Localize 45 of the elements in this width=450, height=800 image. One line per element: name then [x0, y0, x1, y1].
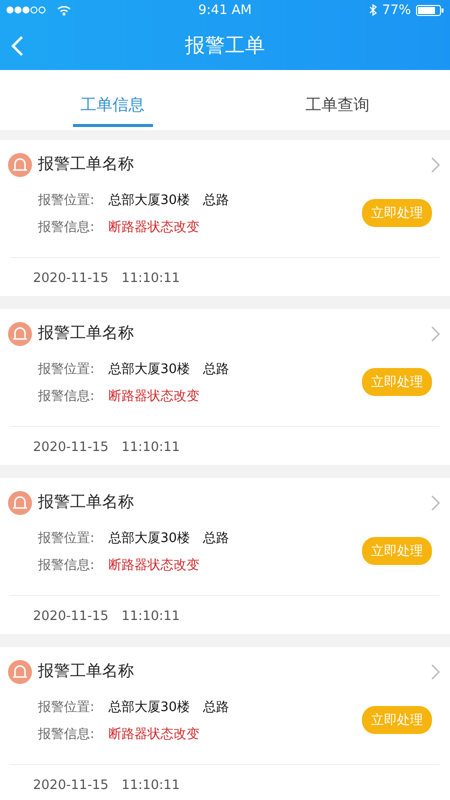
order-time: 2020-11-15 11:10:11 [33, 271, 180, 286]
chevron-icon [431, 156, 440, 173]
chevron-icon [431, 664, 440, 680]
order-title: 报警工单名称 [38, 154, 135, 176]
bluetooth-icon [369, 4, 378, 16]
battery-percent: 77% [382, 2, 411, 18]
field-label: 报警位置: [38, 360, 94, 378]
field-label: 报警位置: [38, 530, 94, 547]
status-time: 9:41 AM [198, 2, 252, 18]
chevron-icon [431, 494, 440, 511]
field-label: 报警信息: [38, 556, 94, 574]
tab[interactable]: 工单信息 [0, 70, 225, 130]
alarm-info-value: 断路器状态改变 [108, 726, 200, 743]
alarm-info-value: 断路器状态改变 [108, 388, 200, 405]
alarm-info-value: 断路器状态改变 [108, 556, 200, 574]
order-title: 报警工单名称 [38, 323, 135, 344]
field-label: 报警位置: [38, 698, 94, 716]
order-time: 2020-11-15 11:10:11 [33, 440, 180, 455]
order-time: 2020-11-15 11:10:11 [33, 778, 180, 793]
alarm-icon [8, 322, 32, 346]
alarm-icon [8, 152, 32, 177]
tab[interactable]: 工单查询 [225, 70, 450, 130]
page-title: 报警工单 [185, 32, 265, 58]
order-card[interactable]: 报警工单名称 报警位置: 总部大厦30楼 总路 报警信息: 断路器状态改变 立即处理 2020-11-15 11:10:11 [0, 647, 450, 800]
back-icon[interactable] [10, 35, 24, 57]
alarm-icon [8, 660, 32, 684]
location-value: 总部大厦30楼 总路 [108, 530, 229, 547]
field-label: 报警信息: [38, 388, 94, 405]
battery-icon [416, 4, 444, 16]
location-value: 总部大厦30楼 总路 [108, 360, 229, 378]
wifi-icon [57, 4, 71, 16]
order-title: 报警工单名称 [38, 661, 135, 682]
alarm-icon [8, 490, 32, 515]
field-label: 报警位置: [38, 192, 94, 209]
field-label: 报警信息: [38, 218, 94, 236]
field-label: 报警信息: [38, 726, 94, 743]
order-card[interactable]: 报警工单名称 报警位置: 总部大厦30楼 总路 报警信息: 断路器状态改变 立即处理 2020-11-15 11:10:11 [0, 478, 450, 634]
chevron-icon [431, 326, 440, 342]
location-value: 总部大厦30楼 总路 [108, 192, 229, 209]
order-time: 2020-11-15 11:10:11 [33, 609, 180, 624]
order-card[interactable]: 报警工单名称 报警位置: 总部大厦30楼 总路 报警信息: 断路器状态改变 立即处理 2020-11-15 11:10:11 [0, 309, 450, 465]
location-value: 总部大厦30楼 总路 [108, 698, 229, 716]
alarm-info-value: 断路器状态改变 [108, 218, 200, 236]
order-card[interactable]: 报警工单名称 报警位置: 总部大厦30楼 总路 报警信息: 断路器状态改变 立即处理 2020-11-15 11:10:11 [0, 140, 450, 296]
order-title: 报警工单名称 [38, 492, 135, 514]
